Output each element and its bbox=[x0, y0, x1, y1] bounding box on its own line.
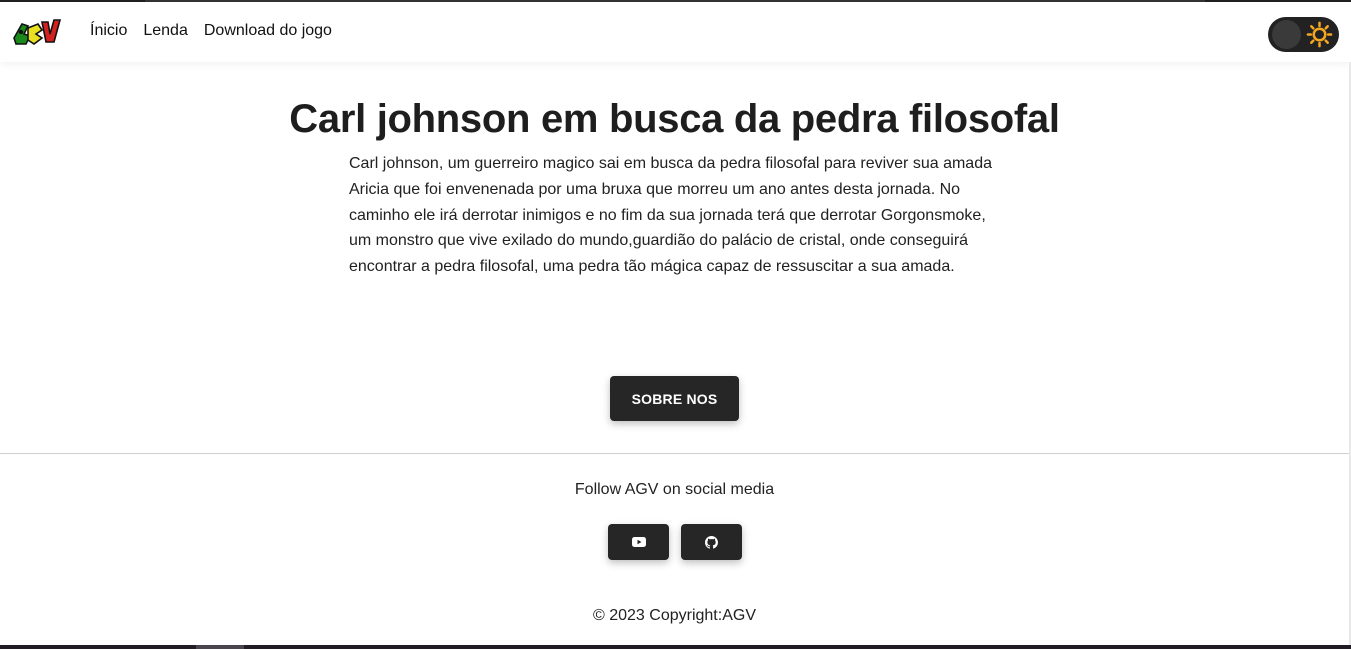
sun-icon bbox=[1306, 21, 1333, 48]
youtube-icon bbox=[631, 537, 646, 547]
youtube-button[interactable] bbox=[608, 524, 669, 560]
toggle-knob bbox=[1272, 20, 1301, 49]
github-button[interactable] bbox=[681, 524, 742, 560]
nav-link-download[interactable]: Download do jogo bbox=[204, 22, 332, 40]
navbar: Ínicio Lenda Download do jogo bbox=[0, 2, 1351, 62]
nav-link-inicio[interactable]: Ínicio bbox=[90, 22, 127, 40]
page-title: Carl johnson em busca da pedra filosofal bbox=[289, 97, 1060, 141]
taskbar-tab[interactable] bbox=[196, 645, 244, 649]
footer-divider bbox=[0, 453, 1349, 454]
theme-toggle[interactable] bbox=[1268, 17, 1339, 52]
github-icon bbox=[705, 535, 718, 549]
copyright-text: © 2023 Copyright:AGV bbox=[593, 607, 756, 624]
story-paragraph: Carl johnson, um guerreiro magico sai em… bbox=[349, 155, 992, 276]
follow-text: Follow AGV on social media bbox=[574, 481, 775, 498]
nav-link-lenda[interactable]: Lenda bbox=[143, 22, 188, 40]
agv-logo[interactable] bbox=[12, 16, 62, 48]
sobre-nos-button[interactable]: SOBRE NOS bbox=[610, 376, 739, 421]
nav-links: Ínicio Lenda Download do jogo bbox=[90, 22, 332, 40]
